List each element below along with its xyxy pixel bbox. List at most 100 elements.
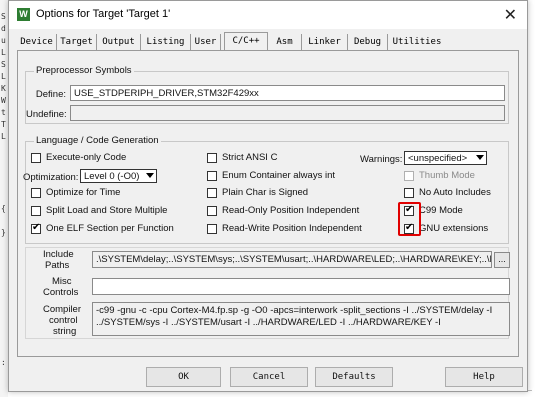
optimization-select[interactable]: Level 0 (-O0) xyxy=(80,169,157,183)
tab-asm[interactable]: Asm xyxy=(268,34,302,51)
checkbox-label: Enum Container always int xyxy=(222,170,335,181)
misc-label-line1: Misc xyxy=(52,276,72,287)
checkbox-box[interactable] xyxy=(31,187,41,198)
bg-char: S xyxy=(1,12,6,21)
checkbox-box[interactable] xyxy=(207,187,217,198)
bg-char: L xyxy=(1,48,6,57)
checkbox-label: GNU extensions xyxy=(419,223,489,234)
warnings-select[interactable]: <unspecified> xyxy=(404,151,487,165)
optimization-value: Level 0 (-O0) xyxy=(84,171,140,182)
plain-char-signed-checkbox[interactable]: Plain Char is Signed xyxy=(207,187,308,198)
title-bar: W Options for Target 'Target 1' ✕ xyxy=(9,1,527,29)
tab-output[interactable]: Output xyxy=(97,34,141,51)
one-elf-section-checkbox[interactable]: One ELF Section per Function xyxy=(31,222,174,234)
keil-uvision-icon: W xyxy=(17,8,30,21)
browse-include-button[interactable]: ... xyxy=(494,252,510,268)
bg-char: : xyxy=(1,358,6,367)
compiler-label-line3: string xyxy=(53,326,77,337)
compiler-line: ../SYSTEM/sys -I ../SYSTEM/usart -I ../H… xyxy=(96,317,441,328)
checkbox-label: One ELF Section per Function xyxy=(46,223,174,234)
bg-char: S xyxy=(1,60,6,69)
strict-ansi-checkbox[interactable]: Strict ANSI C xyxy=(207,152,277,163)
include-label-line1: Include xyxy=(43,249,74,260)
tab-target[interactable]: Target xyxy=(57,34,97,51)
undefine-field[interactable] xyxy=(70,105,505,121)
close-icon[interactable]: ✕ xyxy=(504,5,517,25)
checkbox-box[interactable] xyxy=(404,187,414,198)
bg-char: W xyxy=(1,96,6,105)
bg-char: } xyxy=(1,228,6,237)
checkbox-label: Split Load and Store Multiple xyxy=(46,205,168,216)
checkbox-label: Strict ANSI C xyxy=(222,152,278,163)
compiler-label-line2: control xyxy=(49,315,78,326)
optimization-label: Optimization: xyxy=(23,172,79,183)
checkbox-box[interactable] xyxy=(31,222,41,234)
checkbox-label: Read-Only Position Independent xyxy=(222,205,360,216)
split-load-store-checkbox[interactable]: Split Load and Store Multiple xyxy=(31,205,167,216)
bg-char: u xyxy=(1,36,6,45)
tab-debug[interactable]: Debug xyxy=(348,34,388,51)
help-button[interactable]: Help xyxy=(445,367,523,387)
misc-controls-field[interactable] xyxy=(92,278,510,295)
language-group-label: Language / Code Generation xyxy=(34,135,161,146)
bg-char: d xyxy=(1,24,6,33)
checkbox-box[interactable] xyxy=(31,205,41,216)
ok-button[interactable]: OK xyxy=(146,367,221,387)
checkbox-label: Optimize for Time xyxy=(46,187,121,198)
options-dialog: W Options for Target 'Target 1' ✕ Device… xyxy=(8,0,528,392)
checkbox-box[interactable] xyxy=(207,170,217,181)
checkbox-label: No Auto Includes xyxy=(419,187,491,198)
background-editor-strip: S d u L S L K W t T L { } : xyxy=(0,0,8,397)
dialog-title: Options for Target 'Target 1' xyxy=(36,8,171,20)
checkbox-box[interactable] xyxy=(404,170,414,181)
rwpi-checkbox[interactable]: Read-Write Position Independent xyxy=(207,223,362,234)
include-group: Include Paths .\SYSTEM\delay;..\SYSTEM\s… xyxy=(25,247,510,339)
checkbox-box[interactable] xyxy=(31,152,41,163)
misc-label-line2: Controls xyxy=(43,287,79,298)
compiler-label-line1: Compiler xyxy=(43,304,82,315)
define-label: Define: xyxy=(35,89,66,100)
preprocessor-group-label: Preprocessor Symbols xyxy=(34,65,134,76)
defaults-button[interactable]: Defaults xyxy=(315,367,393,387)
red-highlight-box xyxy=(398,202,421,236)
tab-utilities[interactable]: Utilities xyxy=(388,34,446,51)
checkbox-box[interactable] xyxy=(207,205,217,216)
preprocessor-group: Preprocessor Symbols Define: USE_STDPERI… xyxy=(25,65,509,124)
chevron-down-icon xyxy=(476,155,484,160)
tab-cpp[interactable]: C/C++ xyxy=(224,32,268,51)
tab-device[interactable]: Device xyxy=(17,34,57,51)
enum-container-checkbox[interactable]: Enum Container always int xyxy=(207,170,335,181)
bg-char: t xyxy=(1,108,6,117)
tab-listing[interactable]: Listing xyxy=(141,34,191,51)
define-field[interactable]: USE_STDPERIPH_DRIVER,STM32F429xx xyxy=(70,85,505,101)
no-auto-includes-checkbox[interactable]: No Auto Includes xyxy=(404,187,491,198)
undefine-label: Undefine: xyxy=(26,109,67,120)
bg-char: L xyxy=(1,72,6,81)
bg-char: L xyxy=(1,132,6,141)
ropi-checkbox[interactable]: Read-Only Position Independent xyxy=(207,205,359,216)
compiler-line: -c99 -gnu -c -cpu Cortex-M4.fp.sp -g -O0… xyxy=(96,305,493,316)
include-label: Include xyxy=(43,249,74,260)
tab-user[interactable]: User xyxy=(191,34,221,51)
checkbox-label: Execute-only Code xyxy=(46,152,127,163)
checkbox-box[interactable] xyxy=(207,152,217,163)
checkbox-label: Read-Write Position Independent xyxy=(222,223,362,234)
warnings-value: <unspecified> xyxy=(408,153,468,164)
bg-char: { xyxy=(1,204,6,213)
cpp-tab-panel: Preprocessor Symbols Define: USE_STDPERI… xyxy=(17,51,519,357)
cancel-button[interactable]: Cancel xyxy=(230,367,308,387)
bg-char: T xyxy=(1,120,6,129)
include-paths-field[interactable]: .\SYSTEM\delay;..\SYSTEM\sys;..\SYSTEM\u… xyxy=(92,251,492,268)
execute-only-checkbox[interactable]: Execute-only Code xyxy=(31,152,126,163)
checkbox-label: Plain Char is Signed xyxy=(222,187,309,198)
compiler-control-string: -c99 -gnu -c -cpu Cortex-M4.fp.sp -g -O0… xyxy=(92,302,510,336)
chevron-down-icon xyxy=(146,173,154,178)
optimize-time-checkbox[interactable]: Optimize for Time xyxy=(31,187,120,198)
bg-char: K xyxy=(1,84,6,93)
checkbox-label: C99 Mode xyxy=(419,205,463,216)
tab-linker[interactable]: Linker xyxy=(302,34,348,51)
include-label-line2: Paths xyxy=(45,260,70,271)
tab-strip: Device Target Output Listing User C/C++ … xyxy=(17,32,519,51)
checkbox-box[interactable] xyxy=(207,223,217,234)
thumb-mode-checkbox[interactable]: Thumb Mode xyxy=(404,170,475,181)
